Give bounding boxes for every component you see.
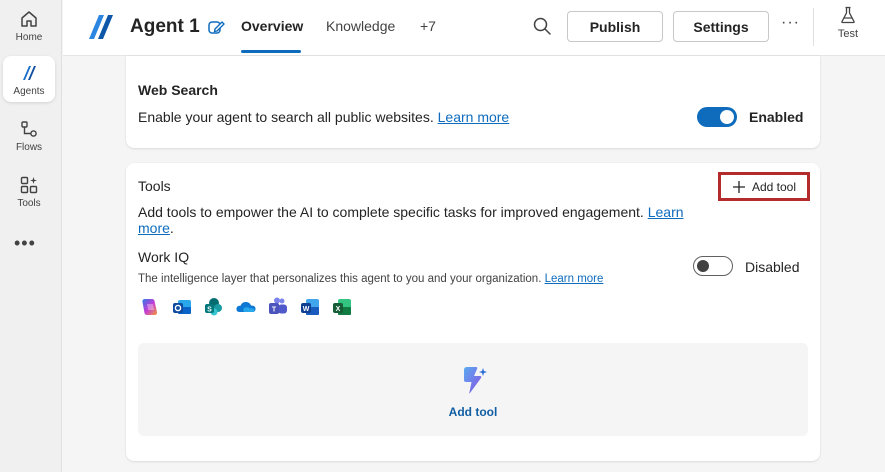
- work-iq-learn-more-link[interactable]: Learn more: [545, 273, 604, 285]
- word-icon: W: [301, 299, 319, 315]
- flask-icon: [841, 6, 855, 24]
- web-search-title: Web Search: [138, 82, 218, 98]
- tools-more-link[interactable]: more: [138, 220, 170, 236]
- tools-title: Tools: [138, 178, 171, 194]
- excel-icon: X: [333, 299, 351, 315]
- copilot-icon: [142, 299, 158, 315]
- agent-title: Agent 1: [130, 16, 200, 37]
- rail-item-home[interactable]: Home: [3, 2, 55, 48]
- test-label: Test: [837, 28, 859, 40]
- add-tool-empty-state[interactable]: Add tool: [138, 343, 808, 436]
- web-search-learn-more-link[interactable]: Learn more: [438, 109, 510, 125]
- rail-item-tools[interactable]: Tools: [3, 168, 55, 214]
- toggle-knob: [720, 110, 734, 124]
- web-search-toggle[interactable]: [697, 107, 737, 127]
- empty-add-tool-label[interactable]: Add tool: [138, 405, 808, 419]
- test-button[interactable]: Test: [829, 6, 867, 40]
- rail-item-agents[interactable]: Agents: [3, 56, 55, 102]
- work-iq-state-label: Disabled: [745, 259, 800, 275]
- header-divider: [813, 8, 814, 46]
- rail-label-flows: Flows: [15, 142, 43, 153]
- left-rail: Home Agents Flows Tools •••: [0, 0, 62, 472]
- search-icon[interactable]: [532, 16, 552, 36]
- lightning-tool-icon: [464, 367, 487, 394]
- work-iq-description: The intelligence layer that personalizes…: [138, 273, 603, 285]
- tab-more-count[interactable]: +7: [420, 18, 436, 34]
- edit-agent-icon[interactable]: [206, 17, 226, 37]
- outlook-icon: [173, 300, 191, 314]
- web-search-description-text: Enable your agent to search all public w…: [138, 109, 434, 125]
- rail-item-flows[interactable]: Flows: [3, 112, 55, 158]
- tools-icon: [20, 176, 38, 194]
- top-header: Agent 1 Overview Knowledge +7 Publish Se…: [63, 0, 885, 56]
- home-icon: [21, 11, 37, 27]
- web-search-description: Enable your agent to search all public w…: [138, 109, 509, 125]
- svg-text:X: X: [336, 306, 341, 313]
- web-search-state-label: Enabled: [749, 109, 804, 125]
- rail-more-button[interactable]: •••: [14, 234, 36, 252]
- tab-overview[interactable]: Overview: [241, 18, 303, 34]
- tools-learn-link[interactable]: Learn: [648, 204, 684, 220]
- add-tool-label: Add tool: [751, 179, 797, 194]
- work-iq-title: Work IQ: [138, 249, 190, 265]
- svg-text:W: W: [303, 306, 310, 313]
- sharepoint-icon: S: [205, 298, 222, 316]
- tools-description-period: .: [169, 220, 174, 236]
- flows-icon: [21, 121, 37, 137]
- tools-description: Add tools to empower the AI to complete …: [138, 204, 698, 236]
- work-iq-description-text: The intelligence layer that personalizes…: [138, 273, 542, 285]
- rail-label-home: Home: [15, 32, 43, 43]
- svg-text:S: S: [207, 307, 212, 314]
- tab-knowledge[interactable]: Knowledge: [326, 18, 395, 34]
- plus-icon: [732, 180, 745, 193]
- publish-button[interactable]: Publish: [567, 11, 663, 42]
- work-iq-toggle[interactable]: [693, 256, 733, 276]
- toggle-knob: [697, 260, 709, 272]
- teams-icon: T: [269, 297, 287, 314]
- web-search-card: Web Search Enable your agent to search a…: [126, 56, 820, 148]
- settings-button[interactable]: Settings: [673, 11, 769, 42]
- rail-label-tools: Tools: [17, 198, 41, 209]
- svg-text:T: T: [272, 307, 277, 314]
- tools-description-text: Add tools to empower the AI to complete …: [138, 204, 644, 220]
- agents-icon: [23, 66, 36, 80]
- active-tab-indicator: [241, 50, 301, 53]
- agent-logo-icon: [89, 15, 113, 39]
- add-tool-button[interactable]: Add tool: [718, 172, 810, 201]
- rail-label-agents: Agents: [13, 86, 45, 97]
- more-options-button[interactable]: ···: [781, 14, 800, 32]
- onedrive-icon: [236, 301, 256, 312]
